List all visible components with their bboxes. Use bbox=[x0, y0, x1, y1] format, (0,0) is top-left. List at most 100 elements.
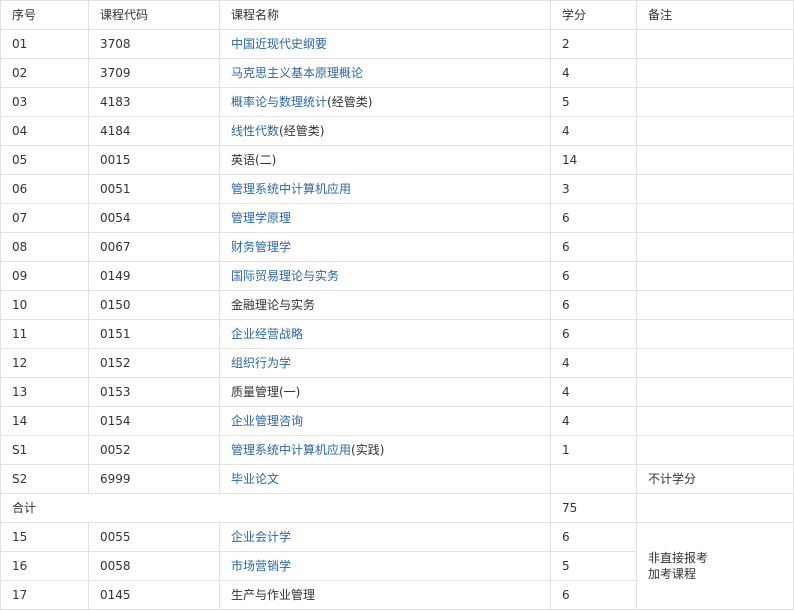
course-credit: 4 bbox=[550, 348, 637, 378]
table-row: 11 0151 企业经营战略 6 bbox=[0, 319, 794, 349]
course-note bbox=[636, 406, 794, 436]
course-name-link[interactable]: 中国近现代史纲要 bbox=[231, 37, 327, 51]
course-name-cell: 金融理论与实务 bbox=[219, 290, 551, 320]
course-index: 03 bbox=[0, 87, 89, 117]
course-name-link[interactable]: 线性代数 bbox=[231, 124, 279, 138]
course-code: 0149 bbox=[88, 261, 220, 291]
course-name-link[interactable]: 企业管理咨询 bbox=[231, 414, 303, 428]
course-credit: 6 bbox=[550, 290, 637, 320]
table-row: 14 0154 企业管理咨询 4 bbox=[0, 406, 794, 436]
course-index: 05 bbox=[0, 145, 89, 175]
course-name-cell: 英语(二) bbox=[219, 145, 551, 175]
extra-note-line: 加考课程 bbox=[648, 567, 697, 581]
course-name-link[interactable]: 财务管理学 bbox=[231, 240, 291, 254]
course-credit: 14 bbox=[550, 145, 637, 175]
table-row: 03 4183 概率论与数理统计(经管类) 5 bbox=[0, 87, 794, 117]
course-index: 12 bbox=[0, 348, 89, 378]
course-name-link[interactable]: 国际贸易理论与实务 bbox=[231, 269, 339, 283]
course-code: 0152 bbox=[88, 348, 220, 378]
course-code: 4183 bbox=[88, 87, 220, 117]
course-note bbox=[636, 435, 794, 465]
course-name-link[interactable]: 企业会计学 bbox=[231, 530, 291, 544]
course-name-text: 质量管理(一) bbox=[231, 385, 301, 399]
course-name-link[interactable]: 概率论与数理统计 bbox=[231, 95, 327, 109]
course-credit: 2 bbox=[550, 29, 637, 59]
course-credit: 6 bbox=[550, 261, 637, 291]
course-note bbox=[636, 290, 794, 320]
course-index: 14 bbox=[0, 406, 89, 436]
course-note bbox=[636, 116, 794, 146]
course-note bbox=[636, 29, 794, 59]
course-name-cell: 生产与作业管理 bbox=[219, 580, 551, 610]
course-name-cell: 概率论与数理统计(经管类) bbox=[219, 87, 551, 117]
course-credit: 6 bbox=[550, 232, 637, 262]
course-index: S2 bbox=[0, 464, 89, 494]
course-code: 0153 bbox=[88, 377, 220, 407]
course-name-cell: 管理系统中计算机应用(实践) bbox=[219, 435, 551, 465]
table-row: 10 0150 金融理论与实务 6 bbox=[0, 290, 794, 320]
course-credit: 6 bbox=[550, 522, 637, 552]
course-credit: 1 bbox=[550, 435, 637, 465]
course-index: 06 bbox=[0, 174, 89, 204]
course-name-cell: 企业会计学 bbox=[219, 522, 551, 552]
course-name-cell: 市场营销学 bbox=[219, 551, 551, 581]
course-credit: 3 bbox=[550, 174, 637, 204]
course-name-cell: 管理系统中计算机应用 bbox=[219, 174, 551, 204]
course-credit: 5 bbox=[550, 551, 637, 581]
total-note bbox=[636, 493, 794, 523]
course-note bbox=[636, 174, 794, 204]
header-note: 备注 bbox=[636, 0, 794, 30]
course-name-cell: 国际贸易理论与实务 bbox=[219, 261, 551, 291]
course-credit: 6 bbox=[550, 580, 637, 610]
course-name-suffix: (经管类) bbox=[279, 124, 325, 138]
total-label: 合计 bbox=[0, 493, 551, 523]
course-credit: 5 bbox=[550, 87, 637, 117]
course-code: 0058 bbox=[88, 551, 220, 581]
course-code: 0145 bbox=[88, 580, 220, 610]
course-code: 0054 bbox=[88, 203, 220, 233]
course-name-cell: 中国近现代史纲要 bbox=[219, 29, 551, 59]
table-row: 12 0152 组织行为学 4 bbox=[0, 348, 794, 378]
course-index: 15 bbox=[0, 522, 89, 552]
course-index: 02 bbox=[0, 58, 89, 88]
course-name-cell: 企业经营战略 bbox=[219, 319, 551, 349]
course-name-cell: 企业管理咨询 bbox=[219, 406, 551, 436]
course-name-cell: 质量管理(一) bbox=[219, 377, 551, 407]
course-index: 17 bbox=[0, 580, 89, 610]
course-index: 04 bbox=[0, 116, 89, 146]
course-index: 16 bbox=[0, 551, 89, 581]
course-table-body: 序号 课程代码 课程名称 学分 备注 01 3708 中国近现代史纲要 2 02 3709… bbox=[0, 0, 794, 610]
course-note bbox=[636, 145, 794, 175]
course-code: 0015 bbox=[88, 145, 220, 175]
course-code: 3709 bbox=[88, 58, 220, 88]
course-name-link[interactable]: 管理学原理 bbox=[231, 211, 291, 225]
course-name-link[interactable]: 管理系统中计算机应用 bbox=[231, 443, 351, 457]
course-credit: 6 bbox=[550, 203, 637, 233]
course-name-link[interactable]: 毕业论文 bbox=[231, 472, 279, 486]
table-row: 06 0051 管理系统中计算机应用 3 bbox=[0, 174, 794, 204]
course-name-link[interactable]: 马克思主义基本原理概论 bbox=[231, 66, 363, 80]
header-index: 序号 bbox=[0, 0, 89, 30]
course-name-cell: 组织行为学 bbox=[219, 348, 551, 378]
course-note bbox=[636, 377, 794, 407]
course-credit: 4 bbox=[550, 406, 637, 436]
course-note bbox=[636, 87, 794, 117]
course-name-link[interactable]: 企业经营战略 bbox=[231, 327, 303, 341]
course-code: 0150 bbox=[88, 290, 220, 320]
course-code: 0052 bbox=[88, 435, 220, 465]
course-name-link[interactable]: 组织行为学 bbox=[231, 356, 291, 370]
course-name-link[interactable]: 管理系统中计算机应用 bbox=[231, 182, 351, 196]
course-credit: 4 bbox=[550, 377, 637, 407]
table-row: 04 4184 线性代数(经管类) 4 bbox=[0, 116, 794, 146]
course-code: 0051 bbox=[88, 174, 220, 204]
table-row: 07 0054 管理学原理 6 bbox=[0, 203, 794, 233]
course-name-link[interactable]: 市场营销学 bbox=[231, 559, 291, 573]
course-code: 0151 bbox=[88, 319, 220, 349]
course-name-cell: 财务管理学 bbox=[219, 232, 551, 262]
course-name-suffix: (经管类) bbox=[327, 95, 373, 109]
course-note bbox=[636, 232, 794, 262]
table-row: 15 0055 企业会计学 6 非直接报考 加考课程 bbox=[0, 522, 794, 610]
course-credit bbox=[550, 464, 637, 494]
course-code: 6999 bbox=[88, 464, 220, 494]
course-name-cell: 马克思主义基本原理概论 bbox=[219, 58, 551, 88]
